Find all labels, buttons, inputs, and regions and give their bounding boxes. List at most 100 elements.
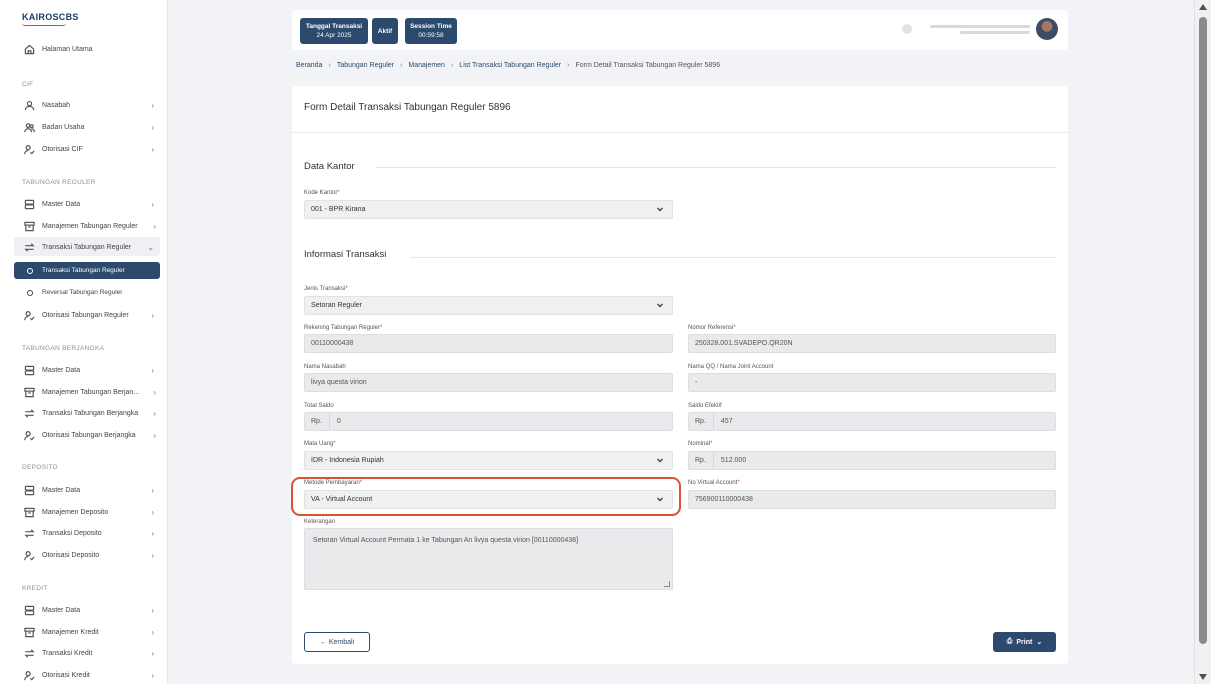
- sidebar-item-label: Manajemen Tabungan Reguler: [42, 222, 138, 230]
- logo-swoosh: [22, 23, 66, 26]
- status-badge: Aktif: [372, 18, 398, 44]
- virtual-account-label: No Virtual Account*: [688, 480, 740, 486]
- currency-prefix: Rp.: [695, 452, 714, 469]
- printer-icon: ⎙: [1006, 638, 1013, 645]
- sidebar-subitem-transaksi-reguler[interactable]: Transaksi Tabungan Reguler: [14, 262, 160, 279]
- sidebar-item-label: Transaksi Tabungan Berjangka: [42, 409, 139, 417]
- chevron-right-icon: ›: [151, 648, 154, 658]
- scrollbar[interactable]: [1194, 0, 1211, 684]
- sidebar-item-label: Master Data: [42, 606, 81, 614]
- highlight-box: [291, 477, 681, 516]
- nominal-field[interactable]: Rp. 512.000: [688, 451, 1056, 470]
- chevron-right-icon: ›: [153, 221, 156, 231]
- nama-qq-label: Nama QQ / Nama Joint Account: [688, 364, 774, 370]
- sidebar-subitem-reversal-reguler[interactable]: Reversal Tabungan Reguler: [14, 284, 160, 301]
- saldo-efektif-value: 457: [720, 418, 733, 425]
- nama-nasabah-field[interactable]: livya questa virion: [304, 373, 673, 392]
- total-saldo-value: 0: [336, 418, 341, 425]
- print-button[interactable]: ⎙ Print ⌄: [993, 632, 1056, 652]
- keterangan-textarea[interactable]: Setoran Virtual Account Permata 1 ke Tab…: [304, 528, 673, 590]
- sidebar-item-label: Otorisasi CIF: [42, 145, 83, 153]
- transfer-icon: [22, 527, 36, 539]
- breadcrumb-link[interactable]: Manajemen: [408, 62, 445, 69]
- currency-prefix: Rp.: [311, 413, 330, 430]
- chevron-right-icon: ›: [153, 430, 156, 440]
- jenis-transaksi-select[interactable]: Setoran Reguler: [304, 296, 673, 315]
- sidebar-item-manajemen-deposito[interactable]: Manajemen Deposito ›: [22, 504, 162, 520]
- nominal-value: 512.000: [720, 457, 747, 464]
- sidebar-item-manajemen-berjangka[interactable]: Manajemen Tabungan Berjan... ›: [22, 384, 162, 400]
- sidebar-item-otorisasi-reguler[interactable]: Otorisasi Tabungan Reguler ›: [22, 307, 162, 323]
- section-divider: [376, 167, 1056, 168]
- section-kredit: KREDIT: [22, 585, 48, 592]
- sidebar-item-master-data-reguler[interactable]: Master Data ›: [22, 196, 162, 212]
- session-time-value: 00:59:58: [418, 32, 444, 39]
- scroll-down-arrow[interactable]: [1199, 674, 1207, 680]
- nama-qq-field[interactable]: -: [688, 373, 1056, 392]
- sidebar-item-home[interactable]: Halaman Utama: [22, 41, 162, 57]
- sidebar-item-label: Otorisasi Deposito: [42, 551, 100, 559]
- sidebar-item-transaksi-deposito[interactable]: Transaksi Deposito ›: [22, 525, 162, 541]
- mata-uang-select[interactable]: IDR - Indonesia Rupiah: [304, 451, 673, 470]
- rekening-value: 00110000438: [311, 340, 354, 347]
- sidebar-item-label: Halaman Utama: [42, 45, 93, 53]
- scroll-thumb[interactable]: [1199, 17, 1207, 644]
- nama-nasabah-label: Nama Nasabah: [304, 364, 346, 370]
- breadcrumb-link[interactable]: Beranda: [296, 62, 322, 69]
- sidebar-item-transaksi-reguler[interactable]: Transaksi Tabungan Reguler ⌄: [22, 239, 162, 255]
- sidebar-item-master-data-berjangka[interactable]: Master Data ›: [22, 362, 162, 378]
- app-logo[interactable]: KAIROSCBS: [22, 12, 79, 22]
- sidebar-item-otorisasi-deposito[interactable]: Otorisasi Deposito ›: [22, 547, 162, 563]
- section-divider: [410, 257, 1056, 258]
- sidebar-item-otorisasi-cif[interactable]: Otorisasi CIF ›: [22, 141, 162, 157]
- chevron-down-icon: [656, 205, 664, 213]
- rekening-field[interactable]: 00110000438: [304, 334, 673, 353]
- total-saldo-field[interactable]: Rp. 0: [304, 412, 673, 431]
- sidebar-item-transaksi-kredit[interactable]: Transaksi Kredit ›: [22, 645, 162, 661]
- home-icon: [22, 43, 36, 55]
- chevron-right-icon: ›: [151, 627, 154, 637]
- back-button[interactable]: ← Kembali: [304, 632, 370, 652]
- chevron-right-icon: ›: [151, 507, 154, 517]
- scroll-up-arrow[interactable]: [1199, 4, 1207, 10]
- avatar[interactable]: [1036, 18, 1058, 40]
- section-tabungan-berjangka: TABUNGAN BERJANGKA: [22, 345, 105, 352]
- mata-uang-value: IDR - Indonesia Rupiah: [311, 457, 384, 464]
- sidebar-item-badan-usaha[interactable]: Badan Usaha ›: [22, 119, 162, 135]
- sidebar-item-otorisasi-berjangka[interactable]: Otorisasi Tabungan Berjangka ›: [22, 427, 162, 443]
- referensi-field[interactable]: 250328.001.SVADEPO.QR20N: [688, 334, 1056, 353]
- form-card: Form Detail Transaksi Tabungan Reguler 5…: [292, 86, 1068, 664]
- virtual-account-value: 756900110000438: [695, 496, 753, 503]
- section-tabungan-reguler: TABUNGAN REGULER: [22, 179, 96, 186]
- referensi-value: 250328.001.SVADEPO.QR20N: [695, 340, 793, 347]
- archive-icon: [22, 626, 36, 638]
- sidebar-item-master-data-deposito[interactable]: Master Data ›: [22, 482, 162, 498]
- sidebar-item-label: Otorisasi Kredit: [42, 671, 90, 679]
- sidebar-item-transaksi-berjangka[interactable]: Transaksi Tabungan Berjangka ›: [22, 405, 162, 421]
- saldo-efektif-field[interactable]: Rp. 457: [688, 412, 1056, 431]
- sidebar-item-manajemen-reguler[interactable]: Manajemen Tabungan Reguler ›: [22, 218, 162, 234]
- currency-prefix: Rp.: [695, 413, 714, 430]
- kode-kantor-select[interactable]: 001 - BPR Kirana: [304, 200, 673, 219]
- saldo-efektif-label: Saldo Efektif: [688, 403, 722, 409]
- virtual-account-field[interactable]: 756900110000438: [688, 490, 1056, 509]
- sidebar-item-master-data-kredit[interactable]: Master Data ›: [22, 602, 162, 618]
- user-info-blurred: [920, 21, 1030, 37]
- keterangan-value: Setoran Virtual Account Permata 1 ke Tab…: [313, 537, 579, 544]
- settings-icon[interactable]: [902, 24, 912, 34]
- user-menu[interactable]: [902, 18, 1058, 40]
- resize-handle[interactable]: [664, 581, 670, 587]
- breadcrumb-link[interactable]: List Transaksi Tabungan Reguler: [459, 62, 561, 69]
- database-icon: [22, 484, 36, 496]
- chevron-down-icon: [656, 456, 664, 464]
- sidebar-item-nasabah[interactable]: Nasabah ›: [22, 97, 162, 113]
- section-deposito: DEPOSITO: [22, 464, 58, 471]
- chevron-down-icon: ⌄: [1036, 639, 1043, 646]
- kode-kantor-value: 001 - BPR Kirana: [311, 206, 366, 213]
- sidebar-item-otorisasi-kredit[interactable]: Otorisasi Kredit ›: [22, 667, 162, 683]
- chevron-right-icon: ›: [151, 550, 154, 560]
- breadcrumb-link[interactable]: Tabungan Reguler: [337, 62, 394, 69]
- sidebar-item-manajemen-kredit[interactable]: Manajemen Kredit ›: [22, 624, 162, 640]
- divider: [292, 132, 1068, 133]
- user-check-icon: [22, 309, 36, 321]
